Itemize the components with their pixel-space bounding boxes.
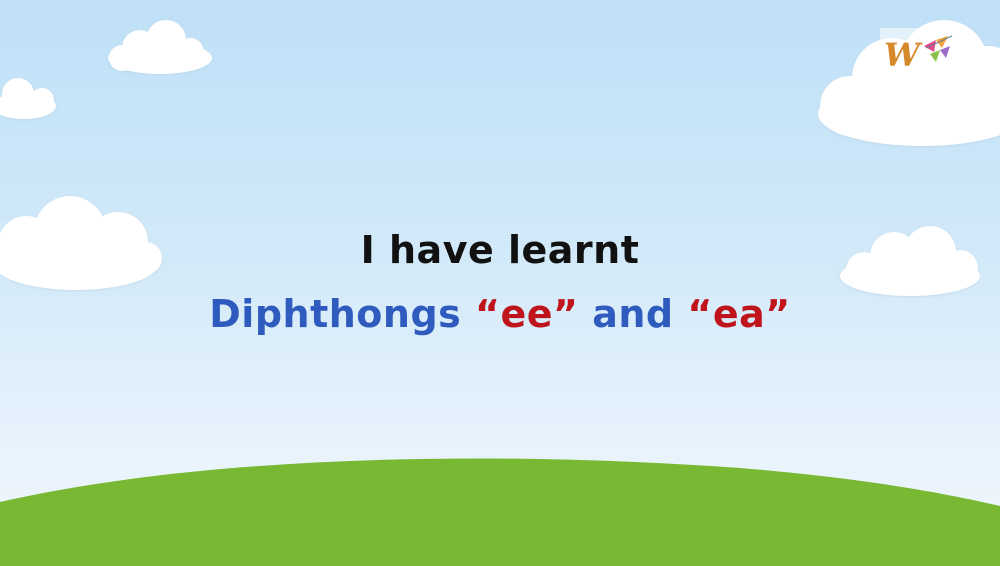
subheading-diphthongs: Diphthongs “ee” and “ea” <box>0 292 1000 336</box>
and-label: and <box>578 292 688 336</box>
digraph-ea: “ea” <box>687 292 791 336</box>
slide: W I have learnt Diphthongs “ee” and “ea” <box>0 0 1000 566</box>
digraph-ee: “ee” <box>475 292 579 336</box>
heading-i-have-learnt: I have learnt <box>360 228 640 272</box>
diphthongs-label: Diphthongs <box>209 292 475 336</box>
grass-hill <box>0 458 1000 566</box>
